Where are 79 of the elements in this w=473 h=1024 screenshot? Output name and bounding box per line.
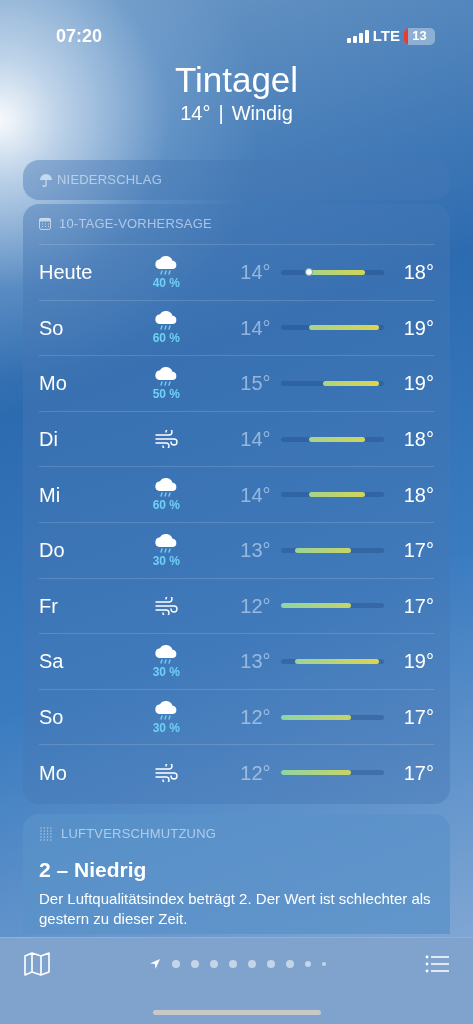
page-dot[interactable] xyxy=(229,960,237,968)
page-dot[interactable] xyxy=(267,960,275,968)
location-arrow-icon[interactable] xyxy=(149,958,161,970)
page-dot[interactable] xyxy=(248,960,256,968)
day-name: Mo xyxy=(39,760,68,786)
section-title: NIEDERSCHLAG xyxy=(57,171,162,190)
temperature-range-bar xyxy=(280,770,351,776)
page-dot[interactable] xyxy=(210,960,218,968)
low-temperature: 12° xyxy=(239,760,271,786)
section-title: LUFTVERSCHMUTZUNG xyxy=(61,825,217,844)
high-temperature: 19° xyxy=(402,649,434,675)
precipitation-card[interactable]: NIEDERSCHLAG xyxy=(23,160,450,200)
list-icon[interactable] xyxy=(425,955,449,973)
high-temperature: 19° xyxy=(402,315,434,341)
temperature-range-bar xyxy=(308,325,379,331)
separator: | xyxy=(218,101,224,126)
day-name: Mi xyxy=(39,482,62,508)
current-temperature: 14° xyxy=(180,101,211,126)
day-name: So xyxy=(39,705,65,731)
precipitation-chance: 60 % xyxy=(152,499,180,513)
temperature-range-bar xyxy=(280,714,351,720)
home-indicator[interactable] xyxy=(152,1010,321,1015)
wind-icon xyxy=(154,430,179,449)
low-temperature: 14° xyxy=(239,482,271,508)
high-temperature: 17° xyxy=(402,593,434,619)
weather-condition: Windig xyxy=(231,101,293,126)
page-dot[interactable] xyxy=(191,960,199,968)
wind-icon xyxy=(154,763,179,782)
high-temperature: 18° xyxy=(402,427,434,453)
day-name: Di xyxy=(39,427,59,453)
map-icon[interactable] xyxy=(24,952,50,976)
temperature-range-bar xyxy=(294,547,351,553)
low-temperature: 14° xyxy=(239,315,271,341)
day-name: So xyxy=(39,315,65,341)
page-dot[interactable] xyxy=(322,962,326,966)
day-name: Mo xyxy=(39,371,68,397)
temperature-range-bar xyxy=(308,492,365,498)
low-temperature: 13° xyxy=(239,649,271,675)
low-temperature: 13° xyxy=(239,538,271,564)
temperature-range-bar xyxy=(322,381,379,386)
high-temperature: 17° xyxy=(402,760,434,786)
section-title: 10-TAGE-VORHERSAGE xyxy=(59,215,212,234)
low-temperature: 14° xyxy=(239,260,271,286)
page-dot[interactable] xyxy=(172,960,180,968)
low-temperature: 12° xyxy=(239,705,271,731)
wind-icon xyxy=(154,596,179,615)
high-temperature: 18° xyxy=(402,260,434,286)
high-temperature: 19° xyxy=(402,371,434,397)
high-temperature: 17° xyxy=(402,538,434,564)
page-dot[interactable] xyxy=(286,960,294,968)
temperature-range-bar xyxy=(308,436,365,442)
precipitation-chance: 40 % xyxy=(152,276,180,290)
precipitation-chance: 30 % xyxy=(152,665,180,679)
low-temperature: 15° xyxy=(239,371,271,397)
air-quality-card[interactable]: LUFTVERSCHMUTZUNG 2 – Niedrig Der Luftqualitätsindex beträgt 2. Der Wert ist schlechter als gestern zu dieser Zeit. xyxy=(23,813,450,934)
air-quality-value: 2 – Niedrig xyxy=(39,856,148,883)
signal-icon xyxy=(346,29,369,43)
day-name: Do xyxy=(39,538,66,564)
day-name: Heute xyxy=(39,260,94,286)
air-quality-description: Der Luftqualitätsindex beträgt 2. Der Wert ist schlechter als gestern zu dieser Zeit. xyxy=(39,889,432,930)
precipitation-chance: 30 % xyxy=(152,554,180,568)
battery-level: 13 xyxy=(404,27,435,45)
status-time: 07:20 xyxy=(56,24,103,48)
umbrella-icon xyxy=(39,173,53,187)
network-label: LTE xyxy=(372,25,400,46)
temperature-range-bar xyxy=(280,603,351,609)
high-temperature: 18° xyxy=(402,482,434,508)
precipitation-chance: 50 % xyxy=(152,388,180,401)
city-name: Tintagel xyxy=(173,60,300,100)
low-temperature: 12° xyxy=(239,593,271,619)
calendar-icon xyxy=(39,218,51,230)
precipitation-chance: 60 % xyxy=(152,332,180,346)
day-name: Fr xyxy=(39,593,59,619)
page-dot[interactable] xyxy=(305,961,311,967)
dotted-haze-icon xyxy=(39,826,53,842)
day-name: Sa xyxy=(39,649,65,675)
low-temperature: 14° xyxy=(239,427,271,453)
high-temperature: 17° xyxy=(402,705,434,731)
precipitation-chance: 30 % xyxy=(152,721,180,735)
